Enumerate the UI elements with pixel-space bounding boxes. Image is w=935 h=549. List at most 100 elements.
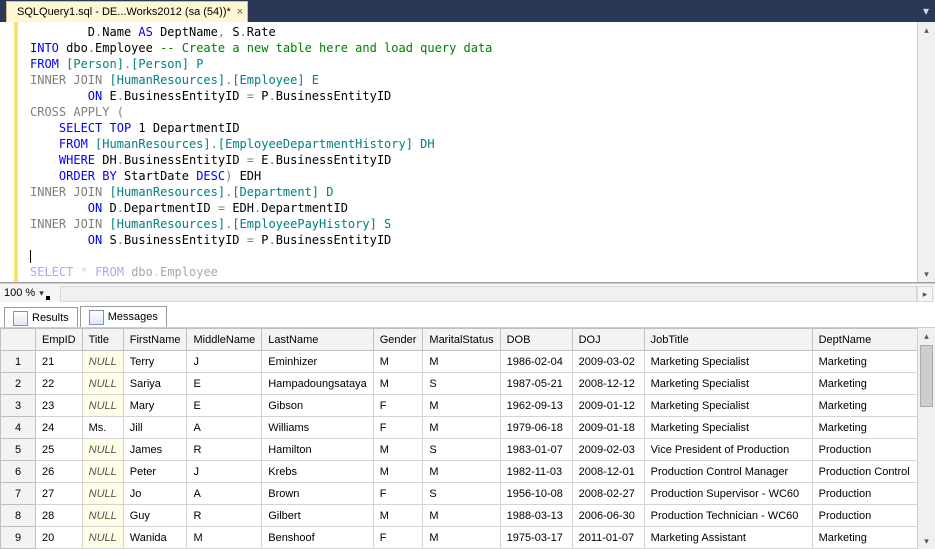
cell[interactable]: 25 (36, 439, 83, 461)
cell[interactable]: 2009-01-12 (572, 395, 644, 417)
cell[interactable]: James (123, 439, 187, 461)
editor-horizontal-scrollbar[interactable] (60, 286, 917, 302)
cell[interactable]: 24 (36, 417, 83, 439)
cell[interactable]: M (423, 527, 500, 549)
cell[interactable]: Marketing Specialist (644, 351, 812, 373)
table-row[interactable]: 727NULLJoABrownFS1956-10-082008-02-27Pro… (1, 483, 923, 505)
cell[interactable]: M (423, 417, 500, 439)
cell[interactable]: Production Supervisor - WC60 (644, 483, 812, 505)
cell[interactable]: M (423, 395, 500, 417)
cell[interactable]: Peter (123, 461, 187, 483)
cell[interactable]: Ms. (82, 417, 123, 439)
cell[interactable]: Marketing (812, 527, 922, 549)
cell[interactable]: M (373, 505, 423, 527)
table-row[interactable]: 222NULLSariyaEHampadoungsatayaMS1987-05-… (1, 373, 923, 395)
code-area[interactable]: D.Name AS DeptName, S.RateINTO dbo.Emplo… (30, 24, 917, 282)
cell[interactable]: Marketing (812, 417, 922, 439)
row-number[interactable]: 7 (1, 483, 36, 505)
tab-messages[interactable]: Messages (80, 306, 167, 328)
row-number[interactable]: 6 (1, 461, 36, 483)
zoom-control[interactable]: 100 % ▾ (4, 287, 44, 299)
cell[interactable]: 1956-10-08 (500, 483, 572, 505)
column-header[interactable] (1, 329, 36, 351)
cell[interactable]: Jill (123, 417, 187, 439)
cell[interactable]: 22 (36, 373, 83, 395)
cell[interactable]: Benshoof (262, 527, 373, 549)
row-number[interactable]: 5 (1, 439, 36, 461)
scroll-up-icon[interactable]: ▴ (918, 22, 935, 38)
cell[interactable]: Krebs (262, 461, 373, 483)
cell[interactable]: 1962-09-13 (500, 395, 572, 417)
cell[interactable]: R (187, 505, 262, 527)
cell[interactable]: Production (812, 505, 922, 527)
close-icon[interactable]: × (237, 6, 243, 18)
tab-results[interactable]: Results (4, 307, 78, 329)
cell[interactable]: NULL (82, 351, 123, 373)
grid-vertical-scrollbar[interactable]: ▴ ▾ (917, 328, 935, 549)
table-row[interactable]: 920NULLWanidaMBenshoofFM1975-03-172011-0… (1, 527, 923, 549)
cell[interactable]: Gibson (262, 395, 373, 417)
cell[interactable]: 1986-02-04 (500, 351, 572, 373)
cell[interactable]: Terry (123, 351, 187, 373)
scroll-up-icon[interactable]: ▴ (918, 328, 935, 344)
table-row[interactable]: 828NULLGuyRGilbertMM1988-03-132006-06-30… (1, 505, 923, 527)
cell[interactable]: 20 (36, 527, 83, 549)
cell[interactable]: Marketing Assistant (644, 527, 812, 549)
cell[interactable]: Marketing Specialist (644, 395, 812, 417)
row-number[interactable]: 3 (1, 395, 36, 417)
table-row[interactable]: 525NULLJamesRHamiltonMS1983-01-072009-02… (1, 439, 923, 461)
cell[interactable]: S (423, 483, 500, 505)
cell[interactable]: 2006-06-30 (572, 505, 644, 527)
column-header[interactable]: LastName (262, 329, 373, 351)
cell[interactable]: F (373, 527, 423, 549)
cell[interactable]: Marketing (812, 351, 922, 373)
cell[interactable]: 1987-05-21 (500, 373, 572, 395)
cell[interactable]: M (187, 527, 262, 549)
column-header[interactable]: DeptName (812, 329, 922, 351)
cell[interactable]: E (187, 373, 262, 395)
column-header[interactable]: Title (82, 329, 123, 351)
scrollbar-thumb[interactable] (920, 345, 933, 407)
cell[interactable]: 2009-01-18 (572, 417, 644, 439)
column-header[interactable]: Gender (373, 329, 423, 351)
cell[interactable]: R (187, 439, 262, 461)
table-row[interactable]: 323NULLMaryEGibsonFM1962-09-132009-01-12… (1, 395, 923, 417)
cell[interactable]: 2008-12-12 (572, 373, 644, 395)
cell[interactable]: Gilbert (262, 505, 373, 527)
cell[interactable]: 2008-12-01 (572, 461, 644, 483)
cell[interactable]: M (373, 439, 423, 461)
cell[interactable]: NULL (82, 373, 123, 395)
splitter-handle[interactable] (46, 296, 50, 300)
cell[interactable]: 1988-03-13 (500, 505, 572, 527)
cell[interactable]: Hamilton (262, 439, 373, 461)
cell[interactable]: M (423, 351, 500, 373)
cell[interactable]: 28 (36, 505, 83, 527)
row-number[interactable]: 2 (1, 373, 36, 395)
cell[interactable]: M (373, 461, 423, 483)
table-row[interactable]: 424Ms.JillAWilliamsFM1979-06-182009-01-1… (1, 417, 923, 439)
cell[interactable]: M (373, 373, 423, 395)
column-header[interactable]: JobTitle (644, 329, 812, 351)
cell[interactable]: 1975-03-17 (500, 527, 572, 549)
cell[interactable]: Guy (123, 505, 187, 527)
cell[interactable]: Eminhizer (262, 351, 373, 373)
cell[interactable]: NULL (82, 505, 123, 527)
cell[interactable]: Vice President of Production (644, 439, 812, 461)
cell[interactable]: NULL (82, 527, 123, 549)
cell[interactable]: S (423, 439, 500, 461)
cell[interactable]: J (187, 461, 262, 483)
cell[interactable]: NULL (82, 439, 123, 461)
cell[interactable]: 1982-11-03 (500, 461, 572, 483)
cell[interactable]: 27 (36, 483, 83, 505)
cell[interactable]: A (187, 417, 262, 439)
cell[interactable]: 1983-01-07 (500, 439, 572, 461)
cell[interactable]: Production Technician - WC60 (644, 505, 812, 527)
cell[interactable]: F (373, 395, 423, 417)
results-grid[interactable]: EmpIDTitleFirstNameMiddleNameLastNameGen… (0, 328, 923, 549)
cell[interactable]: Production Control (812, 461, 922, 483)
cell[interactable]: F (373, 417, 423, 439)
cell[interactable]: 2008-02-27 (572, 483, 644, 505)
column-header[interactable]: DOB (500, 329, 572, 351)
cell[interactable]: M (423, 461, 500, 483)
cell[interactable]: A (187, 483, 262, 505)
